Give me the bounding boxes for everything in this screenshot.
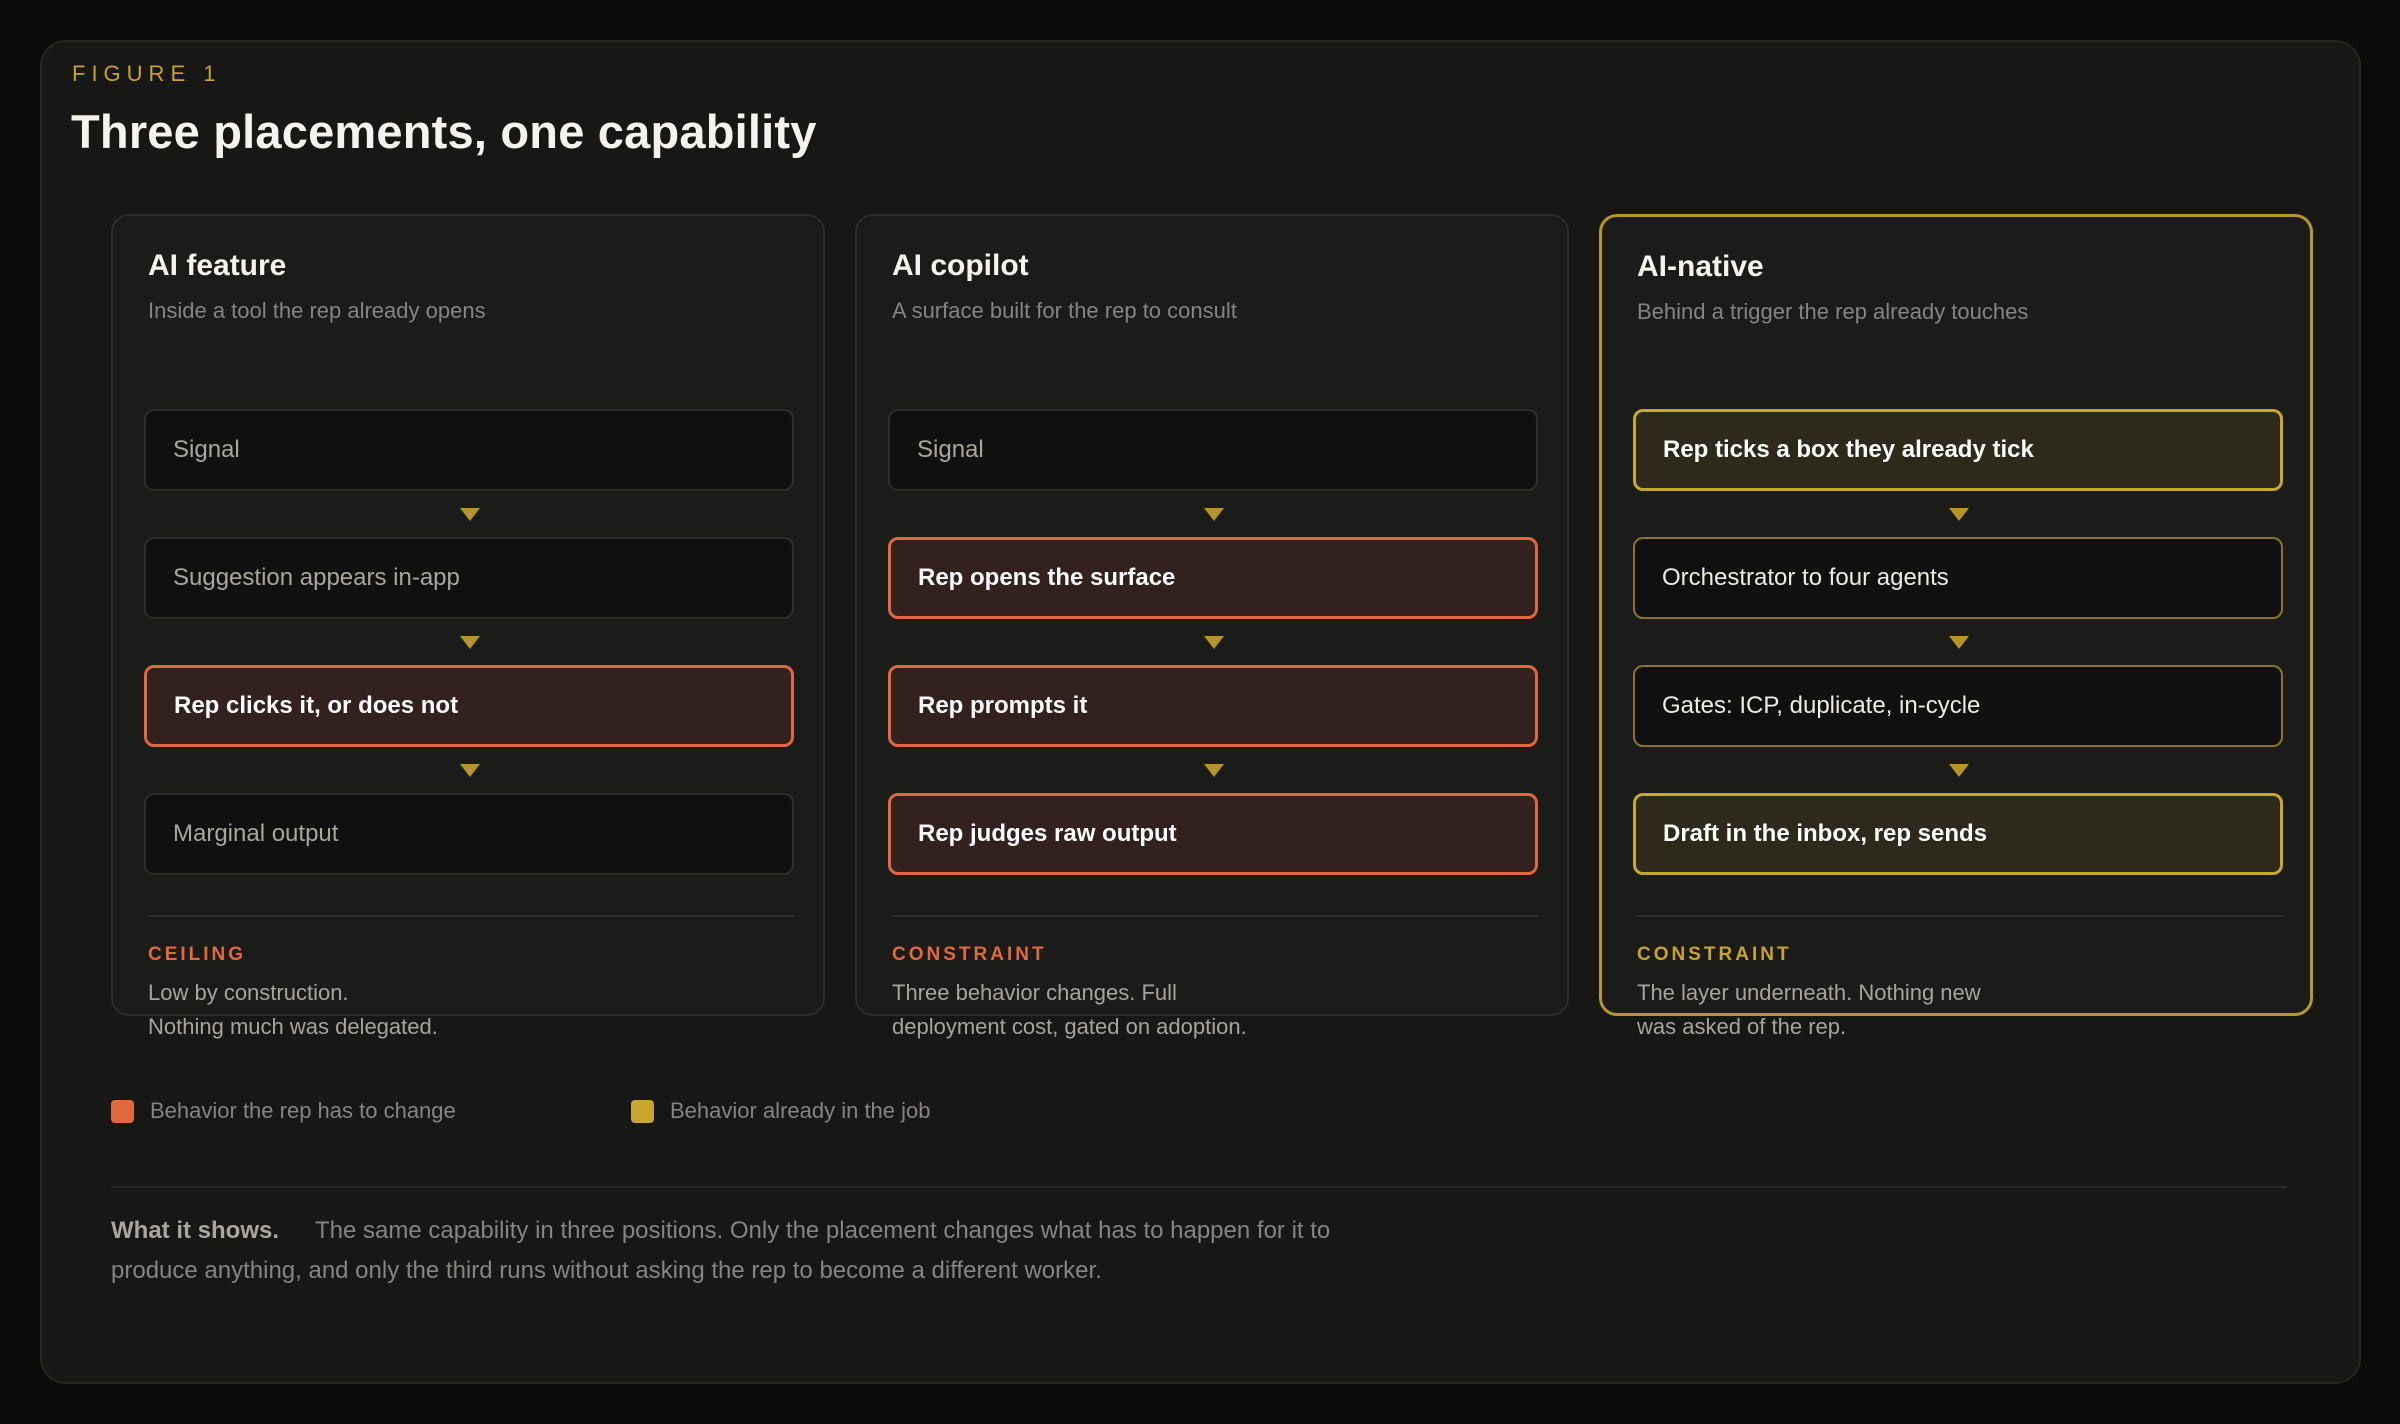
card-divider [1637,915,2283,917]
section-divider [111,1186,2287,1188]
card-title: AI feature [148,249,287,282]
flow-step-rep-clicks: Rep clicks it, or does not [144,665,794,747]
footer-line: deployment cost, gated on adoption. [892,1014,1247,1039]
flow-arrow-icon [460,764,480,777]
footer-text: The layer underneath. Nothing new was as… [1637,976,2257,1044]
footer-label: CONSTRAINT [1637,944,1792,965]
flow-step-draft-inbox: Draft in the inbox, rep sends [1633,793,2283,875]
card-ai-feature: AI feature Inside a tool the rep already… [111,214,825,1039]
flow-arrow-icon [1204,508,1224,521]
figure-title: Three placements, one capability [71,105,817,158]
legend-swatch-job [631,1099,654,1123]
flow-step-rep-judges: Rep judges raw output [888,793,1538,875]
legend-label: Behavior already in the job [670,1098,931,1123]
flow-step-signal: Signal [144,409,794,491]
flow-arrow-icon [460,636,480,649]
legend-item-job: Behavior already in the job [631,1098,931,1124]
flow-arrow-icon [1204,764,1224,777]
legend-label: Behavior the rep has to change [150,1098,456,1123]
card-subtitle: Behind a trigger the rep already touches [1637,299,2029,324]
flow-step-orchestrator: Orchestrator to four agents [1633,537,2283,619]
card-ai-native: AI-native Behind a trigger the rep alrea… [1599,214,2313,1039]
footer-text: Low by construction. Nothing much was de… [148,976,768,1044]
footer-line: Low by construction. [148,980,349,1005]
flow-arrow-icon [460,508,480,521]
footer-label: CEILING [148,944,247,965]
flow-arrow-icon [1949,636,1969,649]
flow-arrow-icon [1949,508,1969,521]
flow-step-marginal-output: Marginal output [144,793,794,875]
footer-text: Three behavior changes. Full deployment … [892,976,1512,1044]
legend-item-change: Behavior the rep has to change [111,1098,456,1124]
footer-line: Nothing much was delegated. [148,1014,438,1039]
what-it-shows: What it shows. The same capability in thr… [111,1211,1351,1291]
what-it-shows-label: What it shows. [111,1217,279,1244]
flow-arrow-icon [1204,636,1224,649]
flow-step-rep-opens: Rep opens the surface [888,537,1538,619]
flow-step-gates: Gates: ICP, duplicate, in-cycle [1633,665,2283,747]
footer-line: Three behavior changes. Full [892,980,1177,1005]
what-it-shows-text: The same capability in three positions. … [111,1217,1331,1284]
flow-step-rep-prompts: Rep prompts it [888,665,1538,747]
footer-label: CONSTRAINT [892,944,1047,965]
card-title: AI-native [1637,250,1764,283]
card-divider [148,915,794,917]
card-subtitle: Inside a tool the rep already opens [148,298,486,323]
footer-line: was asked of the rep. [1637,1014,1847,1039]
flow-step-rep-ticks-box: Rep ticks a box they already tick [1633,409,2283,491]
figure-eyebrow: FIGURE 1 [72,61,222,86]
flow-step-suggestion: Suggestion appears in-app [144,537,794,619]
card-subtitle: A surface built for the rep to consult [892,298,1237,323]
flow-arrow-icon [1949,764,1969,777]
legend-swatch-change [111,1099,134,1123]
card-divider [892,915,1538,917]
card-ai-copilot: AI copilot A surface built for the rep t… [855,214,1569,1039]
flow-step-signal: Signal [888,409,1538,491]
card-title: AI copilot [892,249,1029,282]
footer-line: The layer underneath. Nothing new [1637,980,1981,1005]
